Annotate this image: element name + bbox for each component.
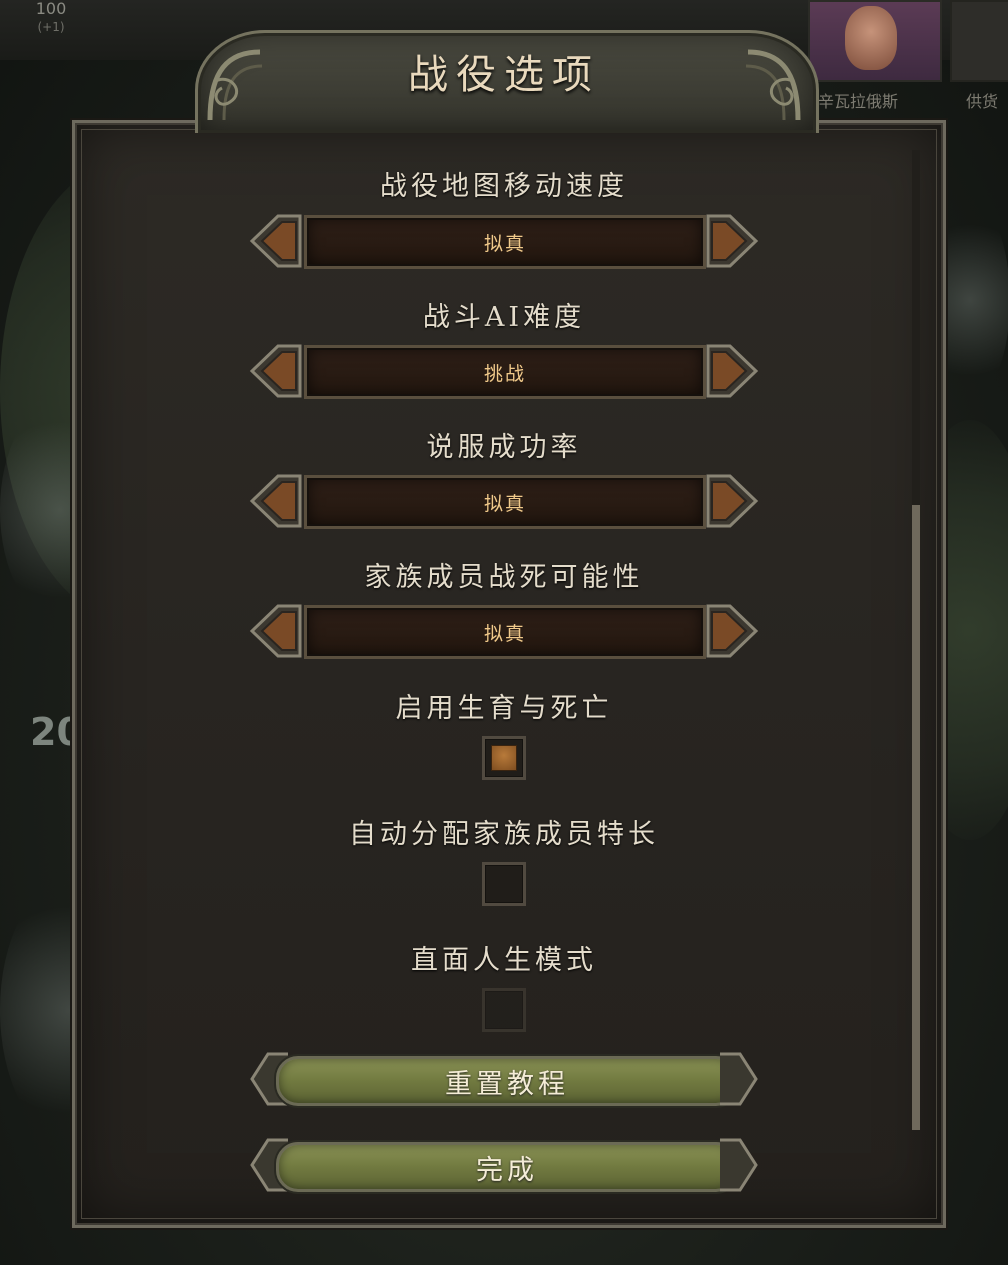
arrow-left-icon[interactable]: [248, 602, 302, 660]
arrow-right-icon[interactable]: [706, 342, 760, 400]
selector-value: 拟真: [483, 232, 526, 255]
reset-tutorial-label: 重置教程: [445, 1068, 569, 1100]
option-label-birth-death: 启用生育与死亡: [395, 693, 613, 724]
dialog-title: 战役选项: [408, 52, 600, 98]
selector-value-box[interactable]: 挑战: [304, 345, 706, 399]
option-label-map-speed: 战役地图移动速度: [380, 171, 628, 202]
persuasion-selector: 拟真: [248, 472, 760, 530]
map-speed-selector: 拟真: [248, 212, 760, 270]
birth-death-checkbox[interactable]: [482, 736, 526, 780]
portrait-name: 辛瓦拉俄斯: [818, 92, 899, 111]
clan-death-selector: 拟真: [248, 602, 760, 660]
button-cap-right: [720, 1052, 758, 1106]
character-portrait-2[interactable]: [950, 0, 1008, 82]
selector-value-box[interactable]: 拟真: [304, 605, 706, 659]
resource-delta: (+1): [37, 20, 65, 34]
portrait-face: [845, 6, 897, 70]
option-label-combat-ai: 战斗AI难度: [422, 302, 586, 333]
character-portrait[interactable]: [808, 0, 942, 82]
selector-value-box[interactable]: 拟真: [304, 475, 706, 529]
auto-perks-checkbox[interactable]: [482, 862, 526, 906]
reset-tutorial-button[interactable]: 重置教程: [250, 1050, 758, 1108]
arrow-left-icon[interactable]: [248, 212, 302, 270]
option-label-auto-perks: 自动分配家族成员特长: [349, 819, 659, 850]
arrow-right-icon[interactable]: [706, 472, 760, 530]
done-button[interactable]: 完成: [250, 1136, 758, 1194]
resource-value: 100: [35, 0, 67, 18]
button-face[interactable]: 重置教程: [276, 1056, 738, 1106]
selector-value: 拟真: [483, 492, 526, 515]
button-face[interactable]: 完成: [276, 1142, 738, 1192]
arrow-right-icon[interactable]: [706, 212, 760, 270]
option-label-ironman: 直面人生模式: [411, 945, 597, 976]
arrow-right-icon[interactable]: [706, 602, 760, 660]
button-cap-right: [720, 1138, 758, 1192]
ironman-checkbox[interactable]: [482, 988, 526, 1032]
combat-ai-selector: 挑战: [248, 342, 760, 400]
resource-counter: 100 (+1): [6, 0, 96, 36]
option-label-persuasion: 说服成功率: [426, 432, 582, 463]
done-label: 完成: [476, 1154, 538, 1186]
selector-value-box[interactable]: 拟真: [304, 215, 706, 269]
option-label-clan-death: 家族成员战死可能性: [364, 562, 644, 593]
selector-value: 拟真: [483, 622, 526, 645]
portrait-label: 供货: [966, 92, 999, 111]
arrow-left-icon[interactable]: [248, 472, 302, 530]
selector-value: 挑战: [483, 362, 526, 385]
arrow-left-icon[interactable]: [248, 342, 302, 400]
